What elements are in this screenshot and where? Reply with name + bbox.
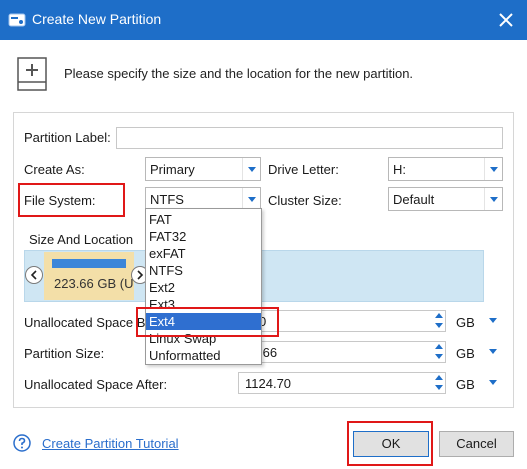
unit-dropdown-icon[interactable] [489, 380, 497, 385]
file-system-dropdown[interactable]: FAT FAT32 exFAT NTFS Ext2 Ext3 Ext4 Linu… [145, 208, 262, 365]
create-as-label: Create As: [24, 162, 85, 177]
dropdown-option-fat32[interactable]: FAT32 [146, 228, 261, 245]
size-location-title: Size And Location [27, 232, 136, 247]
disk-add-icon [8, 13, 26, 27]
unit-dropdown-icon[interactable] [489, 349, 497, 354]
chevron-left-icon[interactable] [25, 266, 43, 284]
partition-size-unit: GB [456, 346, 475, 361]
partition-label-input[interactable] [116, 127, 503, 149]
window-title: Create New Partition [32, 11, 162, 27]
dropdown-option-fat[interactable]: FAT [146, 211, 261, 228]
unallocated-before-label: Unallocated Space Be [24, 315, 153, 330]
create-as-select[interactable]: Primary [145, 157, 261, 181]
spin-down-icon[interactable] [435, 354, 443, 359]
title-bar: Create New Partition [0, 0, 527, 40]
chevron-down-icon[interactable] [484, 158, 502, 180]
create-as-value: Primary [150, 162, 195, 177]
create-partition-tutorial-link[interactable]: Create Partition Tutorial [42, 436, 179, 451]
chevron-down-icon[interactable] [484, 188, 502, 210]
dropdown-option-ntfs[interactable]: NTFS [146, 262, 261, 279]
dropdown-option-ext2[interactable]: Ext2 [146, 279, 261, 296]
drive-letter-select[interactable]: H: [388, 157, 503, 181]
dropdown-option-unformatted[interactable]: Unformatted [146, 347, 261, 364]
highlight-file-system-label [18, 183, 125, 217]
ok-button[interactable]: OK [353, 431, 429, 457]
question-icon[interactable] [13, 434, 31, 452]
drive-letter-value: H: [393, 162, 406, 177]
partition-fill [52, 259, 126, 268]
header-description: Please specify the size and the location… [64, 66, 414, 81]
close-icon[interactable] [497, 11, 515, 29]
highlight-ext4-option [136, 307, 279, 337]
chevron-down-icon[interactable] [242, 158, 260, 180]
chevron-down-icon[interactable] [242, 188, 260, 210]
cancel-button[interactable]: Cancel [439, 431, 514, 457]
spin-up-icon[interactable] [435, 313, 443, 318]
partition-size-input[interactable]: .66 [238, 341, 446, 363]
dropdown-option-exfat[interactable]: exFAT [146, 245, 261, 262]
unit-dropdown-icon[interactable] [489, 318, 497, 323]
partition-label-label: Partition Label: [24, 130, 111, 145]
disk-capacity: 223.66 GB (U [54, 276, 134, 291]
cluster-size-select[interactable]: Default [388, 187, 503, 211]
spin-up-icon[interactable] [435, 344, 443, 349]
partition-size-label: Partition Size: [24, 346, 105, 361]
unallocated-after-unit: GB [456, 377, 475, 392]
spin-down-icon[interactable] [435, 323, 443, 328]
cluster-size-label: Cluster Size: [268, 193, 342, 208]
new-partition-icon [17, 57, 47, 91]
spin-up-icon[interactable] [435, 375, 443, 380]
cluster-size-value: Default [393, 192, 435, 207]
spin-down-icon[interactable] [435, 385, 443, 390]
unallocated-after-value: 1124.70 [245, 376, 292, 391]
unallocated-before-unit: GB [456, 315, 475, 330]
unallocated-after-input[interactable]: 1124.70 [238, 372, 446, 394]
disk-partition-bar[interactable]: 223.66 GB (U [44, 252, 134, 300]
drive-letter-label: Drive Letter: [268, 162, 339, 177]
file-system-value: NTFS [150, 192, 184, 207]
unallocated-after-label: Unallocated Space After: [24, 377, 168, 392]
